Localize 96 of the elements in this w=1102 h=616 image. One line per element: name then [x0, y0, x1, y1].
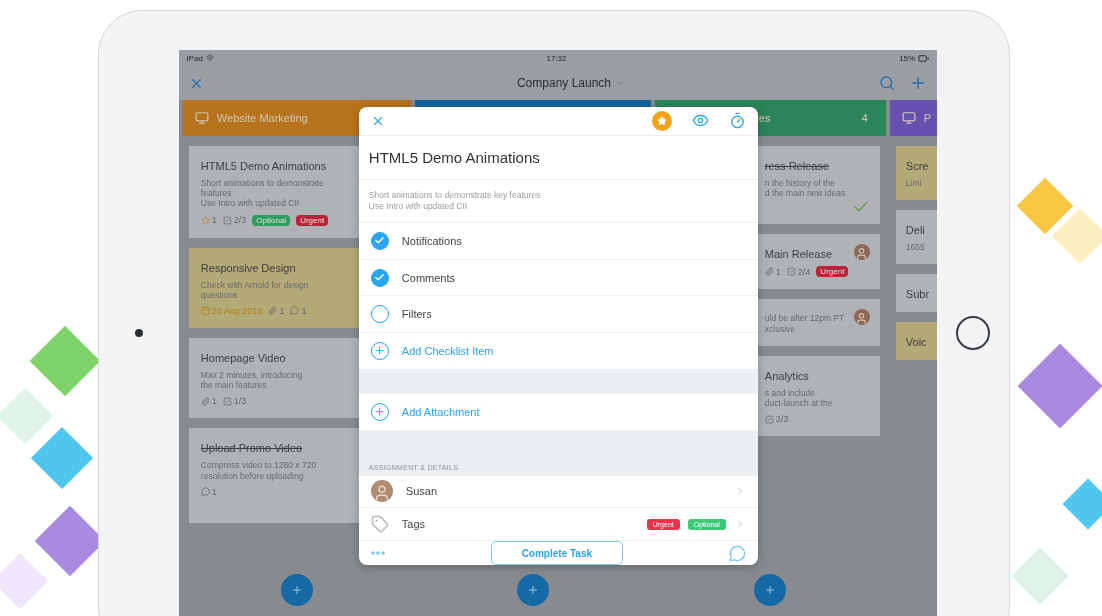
timer-button[interactable]	[728, 112, 746, 130]
tag-icon	[370, 515, 389, 534]
card-description: Check with Arnold for design	[200, 279, 309, 290]
meta-text: 1	[211, 215, 217, 226]
plus-icon	[290, 584, 303, 596]
column-title: P	[923, 112, 932, 124]
card-description: uld be after 12pm PT	[764, 313, 845, 324]
card-description: features	[200, 188, 232, 199]
add-card-button[interactable]	[280, 574, 313, 606]
card-description: s and include	[764, 387, 815, 398]
checklist-icon	[764, 414, 774, 424]
star-button[interactable]	[651, 110, 672, 131]
card-description: Compress video to 1280 x 720	[200, 460, 317, 471]
card-description: d the main new ideas	[764, 188, 846, 199]
plus-icon	[764, 584, 777, 596]
monitor-icon	[194, 111, 209, 125]
meta-text: 1	[775, 266, 781, 277]
calendar-icon	[200, 306, 210, 316]
card-title: ress Release	[764, 160, 830, 172]
task-card[interactable]: Deli 1655	[895, 210, 938, 265]
battery-icon	[918, 52, 930, 64]
meta-text: 1	[279, 305, 285, 316]
card-title: Responsive Design	[200, 261, 296, 274]
add-card-button[interactable]	[754, 574, 787, 606]
column-title: Website Marketing	[216, 112, 308, 124]
search-button[interactable]	[879, 75, 896, 91]
meta-text: 1	[211, 486, 217, 497]
card-title: Voic	[905, 336, 927, 349]
wifi-icon	[205, 54, 214, 62]
home-button[interactable]	[956, 316, 991, 350]
card-title: Subr	[905, 288, 930, 301]
add-attachment-button[interactable]: Add Attachment	[358, 393, 758, 430]
card-description: Short animations to demonstrate	[200, 178, 324, 189]
meta-text: 1	[211, 396, 217, 407]
task-card[interactable]: Scre Limi	[895, 146, 938, 201]
card-description: duct-launch at the	[764, 397, 833, 409]
comment-button[interactable]	[728, 544, 746, 562]
card-description: Max 2 minutes, introducing	[200, 369, 303, 381]
card-title: HTML5 Demo Animations	[200, 160, 327, 172]
avatar-icon	[853, 309, 870, 326]
meta-text: 2/4	[797, 266, 811, 277]
column-count: 4	[861, 112, 868, 124]
task-title[interactable]: HTML5 Demo Animations	[358, 135, 758, 181]
card-description: 1655	[905, 242, 925, 253]
card-title: Analytics	[764, 369, 809, 382]
board-title: Company Launch	[516, 76, 611, 90]
camera-icon	[134, 329, 143, 337]
avatar-icon	[853, 244, 870, 261]
meta-text: 2/3	[233, 215, 247, 226]
carrier-text: iPad	[186, 53, 203, 63]
star-icon	[656, 115, 667, 126]
battery-text: 15%	[899, 53, 916, 63]
card-title: Homepage Video	[200, 351, 286, 364]
add-checklist-item-button[interactable]: Add Checklist Item	[358, 333, 758, 369]
avatar-icon	[370, 480, 393, 503]
meta-text: 20 Aug 2015	[211, 305, 263, 316]
column-title: es	[758, 112, 771, 124]
paperclip-icon	[764, 267, 774, 277]
card-description: n the history of the	[764, 178, 835, 189]
comment-icon	[200, 487, 210, 497]
tag: Optional	[252, 214, 291, 226]
card-title: Upload Promo Video	[200, 442, 303, 455]
paperclip-icon	[268, 306, 278, 316]
task-card[interactable]: Subr	[895, 274, 938, 313]
checkbox[interactable]	[370, 231, 389, 250]
meta-text: 1	[301, 305, 307, 316]
clock-text: 17:32	[546, 53, 567, 63]
checkbox[interactable]	[370, 305, 389, 324]
plus-icon	[526, 584, 539, 596]
tag: Urgent	[816, 266, 849, 278]
checklist-icon	[786, 267, 796, 277]
meta-text: 1/3	[233, 396, 247, 407]
card-description: the main features	[200, 380, 267, 391]
checklist-icon	[222, 396, 232, 406]
complete-task-button[interactable]: Complete Task	[490, 541, 623, 565]
card-description: questions	[200, 289, 238, 300]
add-card-button[interactable]	[516, 574, 549, 606]
task-card[interactable]: Voic	[895, 322, 938, 361]
comment-icon	[290, 306, 300, 316]
tag: Urgent	[296, 214, 329, 226]
card-description: xclusive	[764, 323, 796, 334]
card-title: Main Release	[764, 248, 833, 261]
checkbox[interactable]	[370, 268, 389, 287]
meta-text: 2/3	[775, 414, 789, 425]
paperclip-icon	[200, 396, 210, 406]
card-description: resolution before uploading	[200, 470, 304, 481]
assignee-name[interactable]: Susan	[405, 485, 721, 498]
card-title: Scre	[905, 160, 929, 172]
more-button[interactable]	[370, 551, 385, 555]
card-title: Deli	[905, 224, 925, 237]
checklist-icon	[222, 215, 232, 225]
monitor-icon	[901, 111, 916, 125]
card-description: Limi	[905, 178, 922, 189]
star-icon	[200, 215, 210, 225]
more-icon	[370, 551, 385, 555]
card-description: Use Intro with updated CII	[200, 198, 300, 209]
